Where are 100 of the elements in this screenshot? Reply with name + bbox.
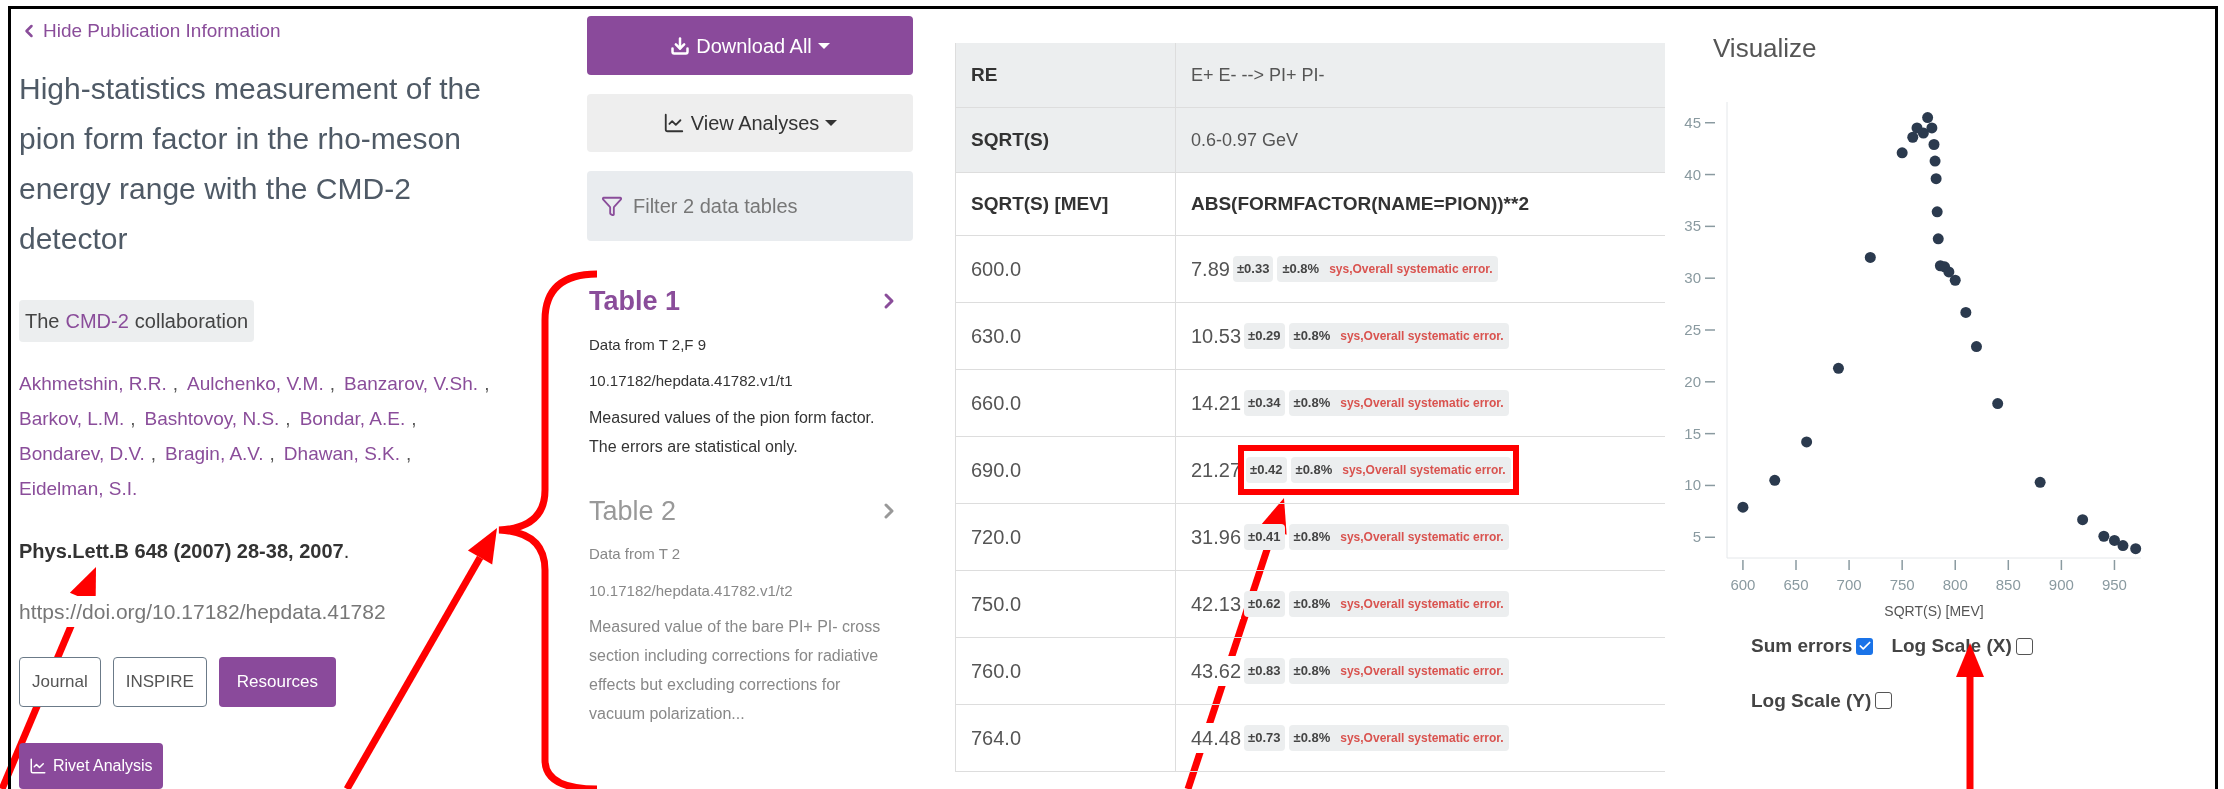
data-point	[2034, 476, 2046, 488]
separator: ,	[285, 406, 291, 431]
author-link[interactable]: Barkov, L.M.	[19, 400, 125, 436]
sys-value: ±0.8%	[1293, 528, 1331, 547]
data-point	[1896, 147, 1908, 159]
table-title: Table 1	[589, 285, 681, 318]
sys-label: sys,Overall systematic error.	[1340, 596, 1504, 613]
data-point	[1929, 155, 1941, 167]
table-cell: 43.62	[1191, 656, 1242, 686]
option-label: Log Scale (Y)	[1751, 688, 1872, 713]
data-point	[1737, 501, 1749, 513]
table-cell: 760.0	[956, 638, 1176, 704]
table-list-item[interactable]: Table 1 Data from T 2,F 9 10.17182/hepdata.41782.v1/t1 Measured values of the pion form factor. The errors are statistical only.	[587, 281, 913, 461]
data-point	[1769, 474, 1781, 486]
data-point	[1917, 127, 1929, 139]
filter-field[interactable]: Filter 2 data tables	[587, 171, 913, 241]
x-tick-label: 600	[1730, 576, 1756, 593]
sys-value: ±0.8%	[1295, 461, 1333, 480]
checkbox[interactable]	[1875, 692, 1893, 710]
doi-link[interactable]: https://doi.org/10.17182/hepdata.41782	[19, 595, 386, 627]
data-point	[1930, 173, 1942, 185]
author-link[interactable]: Bragin, A.V.	[165, 435, 264, 471]
sys-label: sys,Overall systematic error.	[1329, 261, 1493, 278]
author-link[interactable]: Bondarev, D.V.	[19, 435, 145, 471]
option-label: Log Scale (X)	[1891, 634, 2012, 658]
sys-value: ±0.8%	[1293, 327, 1331, 346]
table-doi: 10.17182/hepdata.41782.v1/t1	[589, 371, 794, 391]
stat-error: ±0.29	[1244, 323, 1285, 349]
download-icon	[670, 35, 691, 56]
data-point	[1992, 398, 2004, 410]
collaboration-link[interactable]: CMD-2	[65, 305, 129, 336]
rivet-analysis-button[interactable]: Rivet Analysis	[19, 743, 163, 789]
separator: ,	[411, 406, 417, 431]
data-point	[1960, 306, 1972, 318]
checkbox[interactable]	[1856, 637, 1874, 655]
y-tick-label: 35	[1684, 217, 1701, 235]
collaboration-text: The	[25, 308, 60, 334]
data-point	[1907, 131, 1919, 143]
table-list-item[interactable]: Table 2 Data from T 2 10.17182/hepdata.41782.v1/t2 Measured value of the bare PI+ PI- cross section including corrections for radiative effects but excluding corrections for vacuum polarization...	[587, 490, 913, 728]
table-doi: 10.17182/hepdata.41782.v1/t2	[589, 580, 794, 601]
qualifier-name: SQRT(S)	[956, 108, 1176, 172]
separator: ,	[172, 371, 179, 396]
author-link[interactable]: Dhawan, S.K.	[283, 435, 401, 471]
data-point	[1932, 233, 1944, 245]
qualifier-value: 0.6-0.97 GeV	[1190, 128, 1300, 152]
link-button[interactable]: Journal	[19, 657, 101, 707]
author-link[interactable]: Aulchenko, V.M.	[187, 365, 324, 401]
author-link[interactable]: Bondar, A.E.	[299, 400, 406, 436]
line-chart-icon	[662, 112, 685, 134]
y-axis: 5 10 15 20 25 30 35 40 45	[1684, 113, 1716, 546]
table-cell: 764.0	[956, 705, 1176, 771]
data-point	[1970, 341, 1982, 353]
separator: ,	[130, 406, 136, 431]
download-all-button[interactable]: Download All	[587, 16, 913, 75]
sys-label: sys,Overall systematic error.	[1340, 529, 1504, 546]
data-point	[1931, 206, 1943, 218]
data-point	[2077, 514, 2089, 526]
checkbox[interactable]	[2015, 637, 2033, 655]
separator: ,	[150, 441, 156, 466]
y-tick-label: 15	[1684, 424, 1701, 442]
data-point	[1801, 436, 1813, 448]
column-header: ABS(FORMFACTOR(NAME=PION))**2	[1190, 191, 1530, 216]
y-tick-label: 5	[1692, 528, 1701, 546]
sys-label: sys,Overall systematic error.	[1340, 328, 1504, 345]
line-chart-icon	[29, 757, 47, 775]
table-cell: 600.0	[956, 236, 1176, 302]
filter-icon	[601, 195, 623, 217]
hide-publication-link[interactable]: Hide Publication Information	[19, 17, 556, 46]
journal-reference: Phys.Lett.B 648 (2007) 28-38, 2007.	[19, 538, 351, 564]
x-tick-label: 850	[1995, 576, 2021, 593]
author-link[interactable]: Banzarov, V.Sh.	[344, 365, 479, 401]
separator: ,	[269, 441, 275, 466]
data-point	[2130, 543, 2142, 555]
view-analyses-button[interactable]: View Analyses	[587, 94, 913, 152]
y-tick-label: 30	[1684, 269, 1701, 287]
data-point	[1832, 362, 1844, 374]
separator: ,	[329, 371, 335, 396]
table-title: Table 2	[589, 494, 677, 528]
table-cell: 660.0	[956, 370, 1176, 436]
separator: ,	[406, 441, 412, 466]
sys-label: sys,Overall systematic error.	[1340, 730, 1504, 747]
sys-value: ±0.8%	[1282, 260, 1320, 279]
caret-icon	[825, 120, 838, 126]
link-button[interactable]: INSPIRE	[112, 657, 207, 707]
sys-value: ±0.8%	[1293, 729, 1331, 748]
stat-error: ±0.83	[1244, 658, 1285, 684]
collaboration-text: collaboration	[134, 308, 249, 334]
table-cell: 720.0	[956, 504, 1176, 570]
y-tick-label: 25	[1684, 321, 1701, 338]
author-link[interactable]: Eidelman, S.I.	[19, 470, 138, 506]
table-cell: 750.0	[956, 571, 1176, 637]
author-link[interactable]: Akhmetshin, R.R.	[19, 365, 167, 401]
table-cell: 690.0	[956, 437, 1176, 503]
publication-title: High-statistics measurement of the pion form factor in the rho-meson energy range with the CMD-2 detector	[19, 70, 482, 257]
resource-button[interactable]: Resources	[218, 657, 337, 707]
stat-error: ±0.62	[1244, 591, 1285, 617]
table-description: Measured value of the bare PI+ PI- cross section including corrections for radiative effects but excluding corrections for vacuum polarization...	[589, 617, 881, 724]
data-point	[1864, 251, 1876, 263]
author-link[interactable]: Bashtovoy, N.S.	[144, 400, 280, 436]
data-point	[1949, 274, 1961, 286]
